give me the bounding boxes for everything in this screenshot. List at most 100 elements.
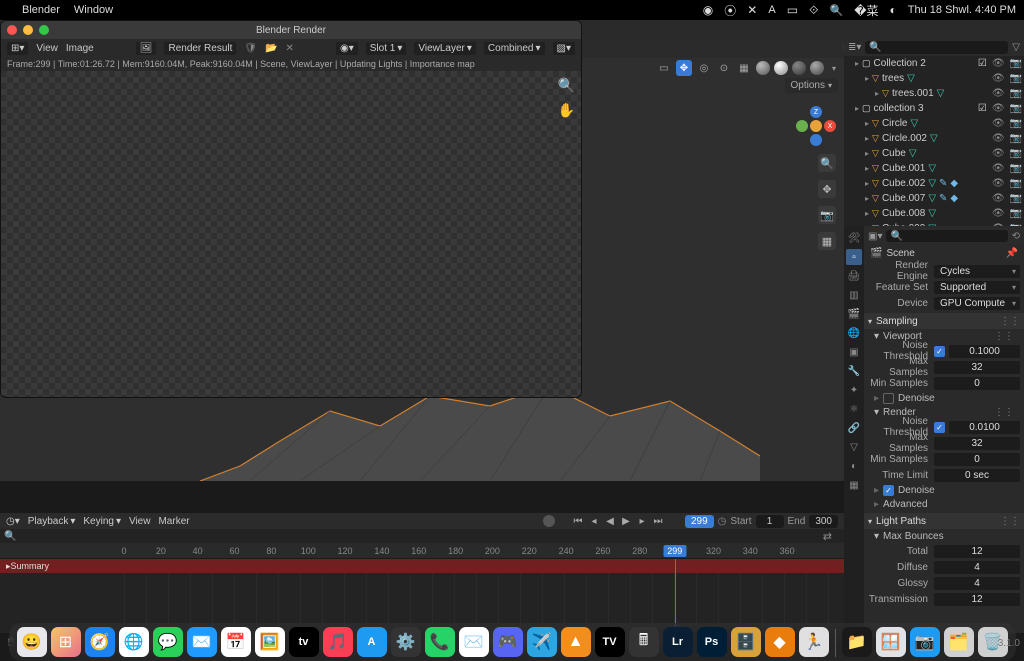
menu-image[interactable]: Image — [66, 43, 94, 54]
scene-tab-icon[interactable]: 🎬 — [846, 306, 862, 322]
outliner-search[interactable]: 🔍 — [865, 41, 1008, 54]
physics-tab-icon[interactable]: ⚛ — [846, 401, 862, 417]
menu-window[interactable]: Window — [74, 4, 113, 16]
zoom-icon[interactable] — [39, 25, 49, 35]
noise-checkbox[interactable]: ✓ — [934, 422, 945, 433]
outliner-row[interactable]: ▸ ▽ Cube.008 ▽ 👁📷 — [844, 206, 1024, 221]
modifier-tab-icon[interactable]: 🔧 — [846, 363, 862, 379]
denoise-row[interactable]: ▸Denoise — [864, 391, 1024, 405]
lightpaths-panel[interactable]: ▾Light Paths⋮⋮ — [864, 513, 1024, 529]
minsamples-value[interactable]: 0 — [934, 377, 1020, 390]
folder-icon[interactable]: 📂 — [265, 43, 277, 54]
noise-value[interactable]: 0.0100 — [949, 421, 1020, 434]
clock[interactable]: Thu 18 Shwl. 4:40 PM — [908, 4, 1016, 16]
search-icon[interactable]: 🔍 — [4, 531, 16, 542]
search-icon[interactable]: 🔍 — [830, 4, 844, 17]
image-browse[interactable]: 🖼 — [136, 42, 157, 55]
overlay-icon[interactable]: ◎ — [696, 60, 712, 76]
editor-type-icon[interactable]: ◷▾ — [6, 516, 20, 527]
outliner-row[interactable]: ▸ ▽ trees.001 ▽ 👁📷 — [844, 86, 1024, 101]
timelimit-value[interactable]: 0 sec — [934, 469, 1020, 482]
minsamples-value[interactable]: 0 — [934, 453, 1020, 466]
outliner-row[interactable]: ▸ ▽ trees ▽ 👁📷 — [844, 71, 1024, 86]
transmission-value[interactable]: 12 — [934, 593, 1020, 606]
move-icon[interactable]: ✥ — [818, 180, 836, 198]
select-icon[interactable]: ▭ — [656, 60, 672, 76]
outliner-row[interactable]: ▸ ▽ Circle.002 ▽ 👁📷 — [844, 131, 1024, 146]
dropdown-icon[interactable]: ▾ — [828, 62, 840, 74]
y-axis-icon[interactable] — [796, 120, 808, 132]
pass-selector[interactable]: Combined ▾ — [484, 42, 545, 55]
shading-wireframe-icon[interactable] — [756, 61, 770, 75]
display-mode[interactable]: ▧▾ — [553, 42, 575, 55]
advanced-row[interactable]: ▸Advanced — [864, 497, 1024, 511]
output-tab-icon[interactable]: 🖨 — [846, 268, 862, 284]
render-result-selector[interactable]: Render Result — [164, 42, 236, 55]
z-axis-icon[interactable]: Z — [810, 106, 822, 118]
shading-material-icon[interactable] — [792, 61, 806, 75]
editor-type-icon[interactable]: ≣▾ — [848, 42, 861, 53]
gizmo-icon[interactable]: ✥ — [676, 60, 692, 76]
filter-icon[interactable]: ▽ — [1012, 42, 1020, 53]
particle-tab-icon[interactable]: ✦ — [846, 382, 862, 398]
denoise-row[interactable]: ▸✓Denoise — [864, 483, 1024, 497]
xray-icon[interactable]: ▦ — [736, 60, 752, 76]
overlay-icon[interactable]: ⊙ — [716, 60, 732, 76]
playhead[interactable] — [675, 559, 676, 633]
material-tab-icon[interactable]: ◐ — [846, 458, 862, 474]
noise-value[interactable]: 0.1000 — [949, 345, 1020, 358]
viewlayer-tab-icon[interactable]: ▥ — [846, 287, 862, 303]
perspective-icon[interactable]: ▦ — [818, 232, 836, 250]
render-engine-select[interactable]: Cycles▾ — [934, 265, 1020, 278]
render-tab-icon[interactable]: ▫ — [846, 249, 862, 265]
shading-rendered-icon[interactable] — [810, 61, 824, 75]
zoom-icon[interactable]: 🔍 — [558, 77, 575, 94]
shading-solid-icon[interactable] — [774, 61, 788, 75]
minimize-icon[interactable] — [23, 25, 33, 35]
close-icon[interactable] — [7, 25, 17, 35]
data-tab-icon[interactable]: ▽ — [846, 439, 862, 455]
maxsamples-value[interactable]: 32 — [934, 437, 1020, 450]
outliner-row[interactable]: ▸ ▽ Cube ▽ 👁📷 — [844, 146, 1024, 161]
outliner-row[interactable]: ▸ ▽ Circle ▽ 👁📷 — [844, 116, 1024, 131]
menu-playback[interactable]: Playback ▾ — [28, 516, 76, 527]
hand-icon[interactable]: ✋ — [558, 102, 575, 119]
world-tab-icon[interactable]: 🌐 — [846, 325, 862, 341]
diffuse-value[interactable]: 4 — [934, 561, 1020, 574]
constraint-tab-icon[interactable]: 🔗 — [846, 420, 862, 436]
render-viewport[interactable]: 🔍 ✋ — [1, 71, 581, 397]
app-name[interactable]: Blender — [22, 4, 60, 16]
viewlayer-selector[interactable]: ViewLayer ▾ — [414, 42, 476, 55]
options-dropdown[interactable]: Options▾ — [785, 78, 838, 93]
axis-gizmo[interactable]: Z X — [796, 106, 836, 146]
z-neg-icon[interactable] — [810, 134, 822, 146]
render-titlebar[interactable]: Blender Render — [1, 21, 581, 39]
sampling-panel[interactable]: ▾Sampling⋮⋮ — [864, 313, 1024, 329]
menu-keying[interactable]: Keying ▾ — [83, 516, 121, 527]
editor-type-icon[interactable]: ▣▾ — [868, 231, 882, 242]
summary-track[interactable]: ▸ Summary — [0, 559, 844, 573]
maxsamples-value[interactable]: 32 — [934, 361, 1020, 374]
outliner-row[interactable]: ▸ ▽ Cube.007 ▽ ✎◆ 👁📷 — [844, 191, 1024, 206]
close-icon[interactable]: ✕ — [286, 43, 294, 54]
status-icon[interactable]: ▭ — [787, 3, 798, 17]
feature-set-select[interactable]: Supported▾ — [934, 281, 1020, 294]
object-tab-icon[interactable]: ▣ — [846, 344, 862, 360]
properties-search[interactable]: 🔍 — [886, 230, 1007, 242]
shield-icon[interactable]: 🛡 — [244, 43, 257, 54]
zoom-icon[interactable]: 🔍 — [818, 154, 836, 172]
status-icon[interactable]: ✕ — [747, 3, 757, 17]
outliner-row[interactable]: ▸ ▢ Collection 2 ☑ 👁📷 — [844, 56, 1024, 71]
outliner-row[interactable]: ▸ ▽ Cube.002 ▽ ✎◆ 👁📷 — [844, 176, 1024, 191]
menu-view[interactable]: View — [36, 43, 58, 54]
center-icon[interactable] — [810, 120, 822, 132]
control-center-icon[interactable]: �菜 — [854, 2, 878, 19]
maxbounces-subpanel[interactable]: ▾Max Bounces — [864, 529, 1024, 543]
status-icon[interactable]: ⦿ — [724, 2, 736, 19]
wifi-icon[interactable]: ⟐ — [809, 3, 818, 18]
texture-tab-icon[interactable]: ▦ — [846, 477, 862, 493]
timeline-tracks[interactable]: ▸ Summary — [0, 559, 844, 633]
display-channels[interactable]: ◉▾ — [336, 42, 358, 55]
outliner-row[interactable]: ▸ ▽ Cube.001 ▽ 👁📷 — [844, 161, 1024, 176]
noise-checkbox[interactable]: ✓ — [934, 346, 945, 357]
